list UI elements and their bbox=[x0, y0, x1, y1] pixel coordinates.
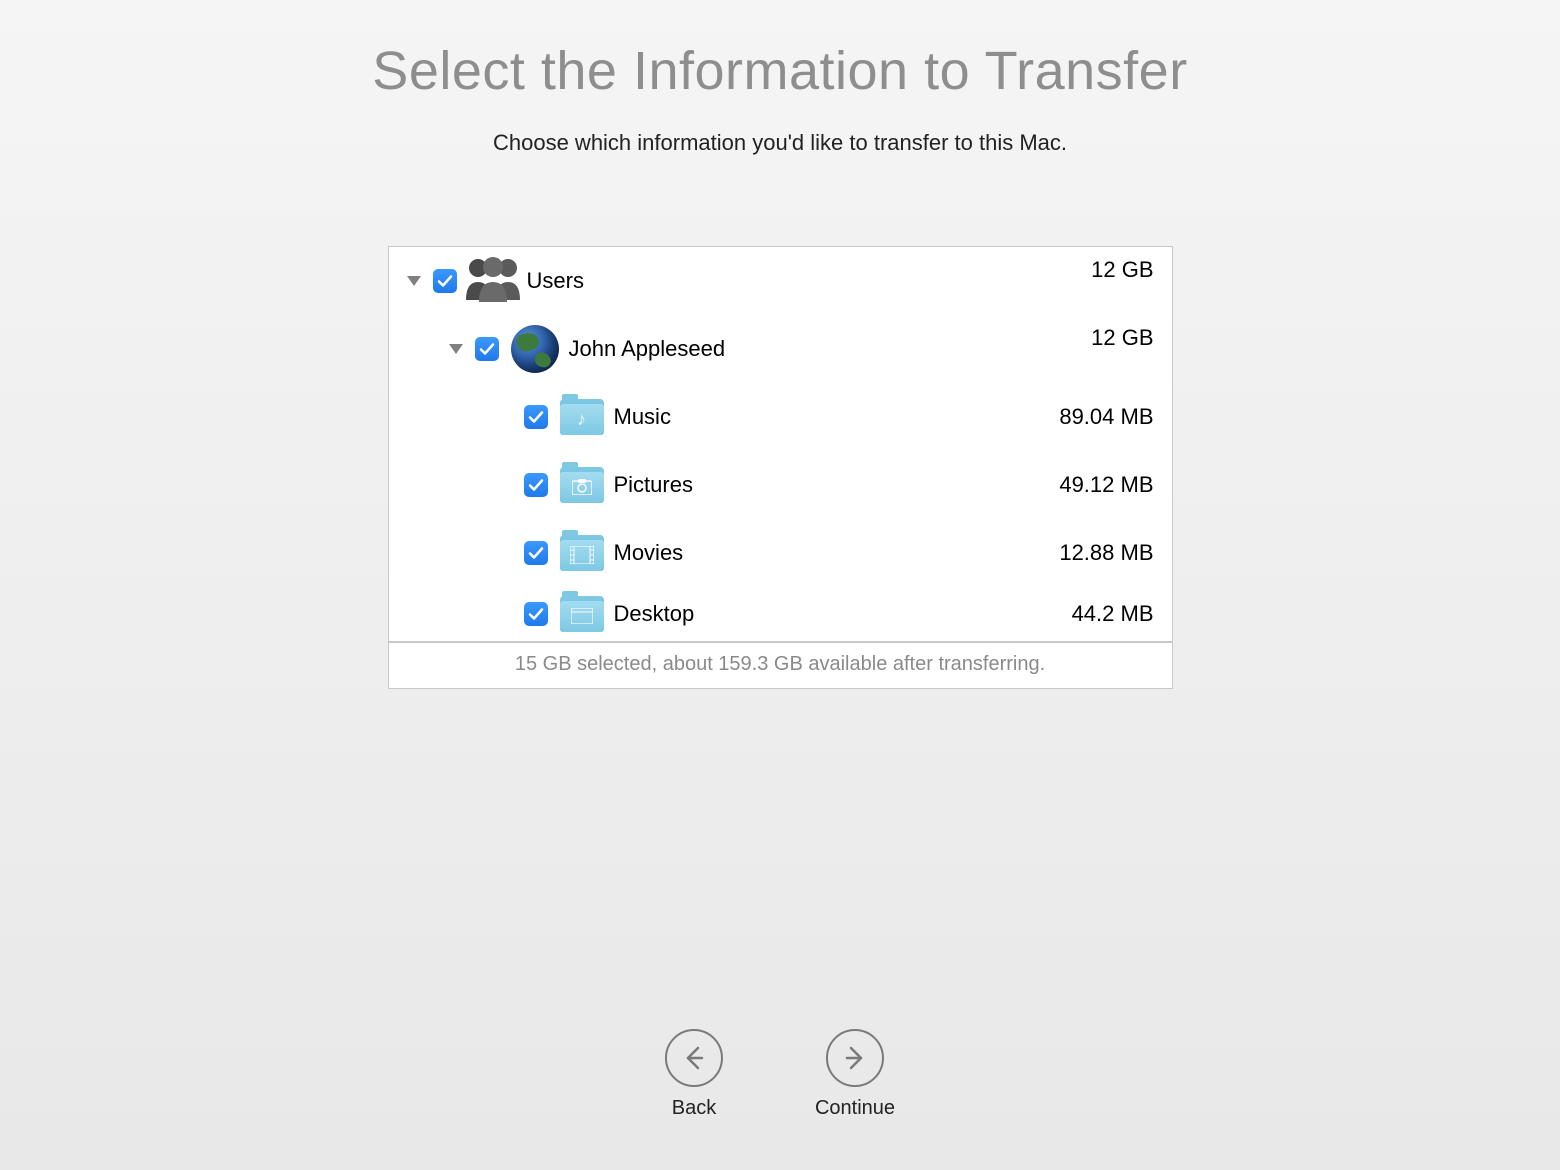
tree-row-pictures[interactable]: Pictures 49.12 MB bbox=[389, 451, 1172, 519]
movies-folder-icon bbox=[560, 531, 604, 575]
earth-avatar-icon bbox=[511, 325, 559, 373]
tree-label-user: John Appleseed bbox=[569, 336, 726, 362]
tree-label: Music bbox=[614, 404, 671, 430]
tree-row-users[interactable]: Users 12 GB bbox=[389, 247, 1172, 315]
checkmark-icon bbox=[528, 477, 544, 493]
pictures-folder-icon bbox=[560, 463, 604, 507]
tree-row-desktop[interactable]: Desktop 44.2 MB bbox=[389, 587, 1172, 641]
tree-label: Pictures bbox=[614, 472, 693, 498]
music-folder-icon: ♪ bbox=[560, 395, 604, 439]
tree-size-users: 12 GB bbox=[1091, 247, 1153, 283]
checkmark-icon bbox=[437, 273, 453, 289]
transfer-tree: Users 12 GB John Appleseed 12 GB bbox=[389, 247, 1172, 641]
migration-assistant-window: Select the Information to Transfer Choos… bbox=[0, 0, 1560, 1170]
desktop-folder-icon bbox=[560, 592, 604, 636]
tree-size: 89.04 MB bbox=[1059, 404, 1153, 430]
checkmark-icon bbox=[528, 606, 544, 622]
back-label: Back bbox=[672, 1097, 716, 1120]
tree-size: 44.2 MB bbox=[1072, 601, 1154, 627]
tree-size: 12.88 MB bbox=[1059, 540, 1153, 566]
continue-label: Continue bbox=[815, 1097, 895, 1120]
checkmark-icon bbox=[528, 545, 544, 561]
page-title: Select the Information to Transfer bbox=[372, 40, 1187, 102]
checkbox-desktop[interactable] bbox=[524, 602, 548, 626]
checkmark-icon bbox=[479, 341, 495, 357]
arrow-right-icon bbox=[826, 1029, 884, 1087]
tree-label: Movies bbox=[614, 540, 684, 566]
checkbox-users[interactable] bbox=[433, 269, 457, 293]
disclosure-triangle-icon[interactable] bbox=[449, 344, 463, 354]
tree-size: 49.12 MB bbox=[1059, 472, 1153, 498]
disclosure-triangle-icon[interactable] bbox=[407, 276, 421, 286]
checkbox-music[interactable] bbox=[524, 405, 548, 429]
checkbox-pictures[interactable] bbox=[524, 473, 548, 497]
arrow-left-icon bbox=[665, 1029, 723, 1087]
tree-size-user: 12 GB bbox=[1091, 315, 1153, 351]
users-group-icon bbox=[469, 257, 517, 305]
tree-label-users: Users bbox=[527, 268, 584, 294]
transfer-panel: Users 12 GB John Appleseed 12 GB bbox=[388, 246, 1173, 689]
tree-label: Desktop bbox=[614, 601, 695, 627]
status-bar: 15 GB selected, about 159.3 GB available… bbox=[389, 641, 1172, 688]
back-button[interactable]: Back bbox=[665, 1029, 723, 1120]
tree-row-movies[interactable]: Movies 12.88 MB bbox=[389, 519, 1172, 587]
tree-row-user[interactable]: John Appleseed 12 GB bbox=[389, 315, 1172, 383]
checkmark-icon bbox=[528, 409, 544, 425]
page-subtitle: Choose which information you'd like to t… bbox=[493, 130, 1067, 156]
checkbox-user[interactable] bbox=[475, 337, 499, 361]
continue-button[interactable]: Continue bbox=[815, 1029, 895, 1120]
tree-row-music[interactable]: ♪ Music 89.04 MB bbox=[389, 383, 1172, 451]
checkbox-movies[interactable] bbox=[524, 541, 548, 565]
nav-buttons: Back Continue bbox=[665, 1029, 895, 1120]
